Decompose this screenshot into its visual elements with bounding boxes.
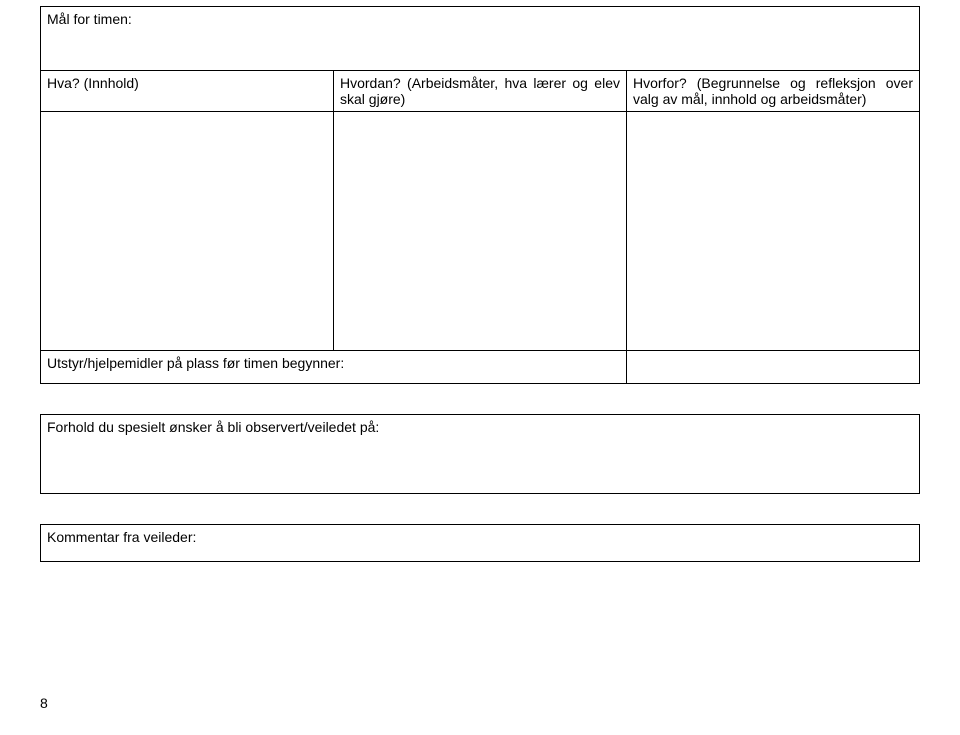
equipment-label: Utstyr/hjelpemidler på plass før timen b…: [47, 355, 344, 371]
content-cell-2: [334, 112, 627, 351]
col1-header: Hva? (Innhold): [47, 75, 139, 91]
content-cell-1: [41, 112, 334, 351]
col2-header-cell: Hvordan? (Arbeidsmåter, hva lærer og ele…: [334, 71, 627, 112]
observation-table: Forhold du spesielt ønsker å bli observe…: [40, 414, 920, 494]
equipment-cell: Utstyr/hjelpemidler på plass før timen b…: [41, 351, 627, 384]
equipment-row: Utstyr/hjelpemidler på plass før timen b…: [41, 351, 920, 384]
separator-1: [40, 384, 920, 414]
equipment-cell-right: [627, 351, 920, 384]
separator-2: [40, 494, 920, 524]
page-container: Mål for timen: Hva? (Innhold) Hvordan? (…: [0, 6, 960, 562]
observation-cell: Forhold du spesielt ønsker å bli observe…: [41, 415, 920, 494]
col1-header-cell: Hva? (Innhold): [41, 71, 334, 112]
col3-header: Hvorfor? (Begrunnelse og refleksjon over…: [633, 75, 913, 107]
col3-header-cell: Hvorfor? (Begrunnelse og refleksjon over…: [627, 71, 920, 112]
supervisor-cell: Kommentar fra veileder:: [41, 525, 920, 562]
content-row: [41, 112, 920, 351]
page-number: 8: [40, 695, 48, 711]
goal-title-cell: Mål for timen:: [41, 7, 920, 71]
goal-title: Mål for timen:: [47, 11, 132, 27]
goal-table: Mål for timen: Hva? (Innhold) Hvordan? (…: [40, 6, 920, 384]
content-cell-3: [627, 112, 920, 351]
observation-label: Forhold du spesielt ønsker å bli observe…: [47, 419, 379, 435]
supervisor-table: Kommentar fra veileder:: [40, 524, 920, 562]
column-header-row: Hva? (Innhold) Hvordan? (Arbeidsmåter, h…: [41, 71, 920, 112]
supervisor-label: Kommentar fra veileder:: [47, 529, 196, 545]
col2-header: Hvordan? (Arbeidsmåter, hva lærer og ele…: [340, 75, 620, 107]
